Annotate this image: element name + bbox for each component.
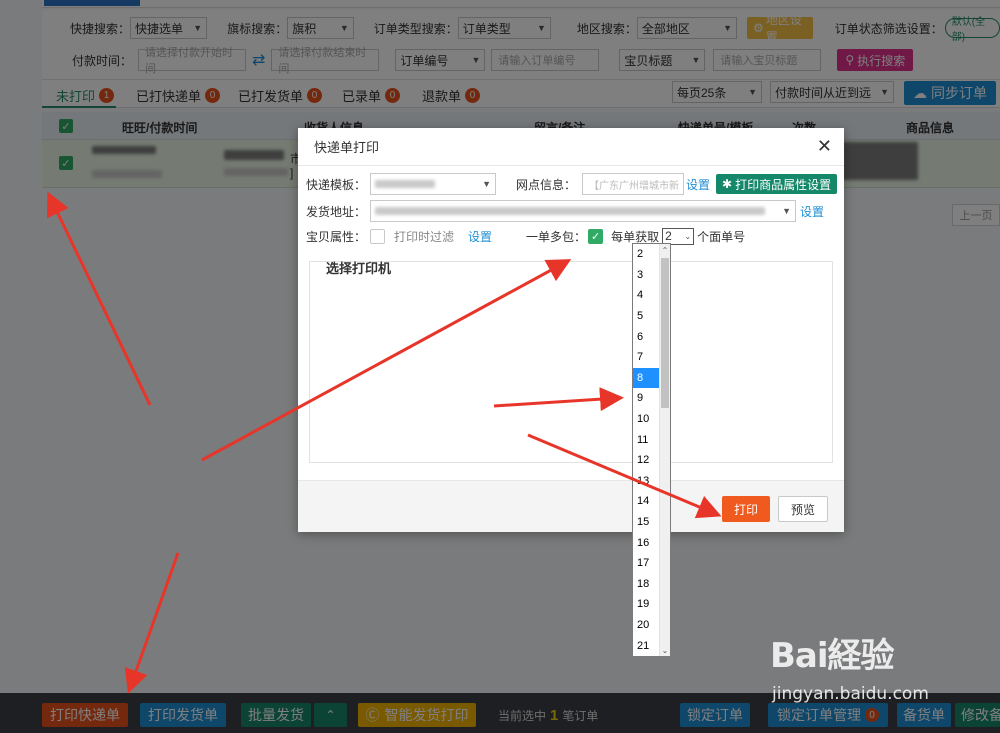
- print-filter-checkbox[interactable]: [370, 228, 386, 244]
- address-select[interactable]: ▼: [370, 200, 797, 222]
- multi-pack-checkbox[interactable]: ✓: [588, 228, 604, 244]
- dropdown-option[interactable]: 2: [633, 244, 659, 265]
- waybill-suffix: 个面单号: [697, 229, 746, 244]
- dropdown-option[interactable]: 18: [633, 574, 659, 595]
- dropdown-option[interactable]: 15: [633, 512, 659, 533]
- item-attr-label: 宝贝属性：: [306, 229, 367, 244]
- dropdown-option[interactable]: 21: [633, 635, 659, 656]
- dropdown-option[interactable]: 19: [633, 594, 659, 615]
- gear-icon: ✱: [722, 177, 733, 191]
- print-attr-settings-label: 打印商品属性设置: [735, 177, 832, 192]
- per-order-dropdown[interactable]: 2 3 4 5 6 7 8 9 10 11 12 13 14 15 16 17 18 19 20 21 ⌃ ⌄: [632, 243, 671, 657]
- close-icon[interactable]: ✕: [817, 137, 832, 155]
- preview-button[interactable]: 预览: [778, 496, 828, 522]
- print-filter-label: 打印时过滤: [394, 229, 455, 244]
- blurred-address: [375, 207, 766, 215]
- dropdown-scrollbar[interactable]: ⌃ ⌄: [659, 244, 670, 656]
- per-order-label: 每单获取: [611, 229, 660, 244]
- baidu-watermark: Bai経验 jingyan.baidu.com: [770, 628, 980, 708]
- address-settings-link[interactable]: 设置: [800, 203, 824, 220]
- multi-pack-label: 一单多包：: [526, 229, 587, 244]
- dropdown-option[interactable]: 7: [633, 347, 659, 368]
- dropdown-option[interactable]: 6: [633, 326, 659, 347]
- template-label: 快递模板：: [306, 177, 367, 192]
- scroll-up-icon[interactable]: ⌃: [660, 244, 670, 256]
- address-label: 发货地址：: [306, 204, 367, 219]
- outlet-settings-link[interactable]: 设置: [686, 176, 710, 193]
- dropdown-option[interactable]: 11: [633, 429, 659, 450]
- dropdown-option[interactable]: 3: [633, 265, 659, 286]
- dropdown-option[interactable]: 10: [633, 409, 659, 430]
- template-select[interactable]: ▼: [370, 173, 497, 195]
- watermark-brand: Bai経验: [770, 636, 895, 676]
- dropdown-option[interactable]: 12: [633, 450, 659, 471]
- dropdown-option[interactable]: 14: [633, 491, 659, 512]
- print-button[interactable]: 打印: [722, 496, 770, 522]
- chevron-down-icon: ⌄: [684, 231, 692, 241]
- watermark-url: jingyan.baidu.com: [772, 684, 929, 704]
- dropdown-option[interactable]: 5: [633, 306, 659, 327]
- printer-panel: 选择打印机: [309, 261, 833, 463]
- item-attr-settings-link[interactable]: 设置: [468, 228, 492, 245]
- dropdown-option[interactable]: 8: [633, 367, 659, 389]
- dropdown-option[interactable]: 16: [633, 532, 659, 553]
- per-order-select[interactable]: 2 ⌄: [662, 227, 695, 245]
- chevron-down-icon: ▼: [782, 206, 792, 216]
- printer-title: 选择打印机: [326, 261, 392, 276]
- dropdown-option[interactable]: 4: [633, 285, 659, 306]
- outlet-input[interactable]: 【广东广州增城市新: [582, 173, 685, 195]
- blurred-template: [375, 180, 436, 188]
- per-order-value: 2: [665, 229, 672, 243]
- scroll-down-icon[interactable]: ⌄: [660, 644, 670, 656]
- chevron-down-icon: ▼: [482, 179, 492, 189]
- dialog-title: 快递单打印: [314, 140, 380, 155]
- dropdown-option[interactable]: 9: [633, 388, 659, 409]
- outlet-label: 网点信息：: [516, 177, 577, 192]
- dropdown-option[interactable]: 17: [633, 553, 659, 574]
- dialog-header: 快递单打印 ✕: [298, 128, 844, 166]
- dropdown-option[interactable]: 20: [633, 615, 659, 636]
- express-print-dialog: 快递单打印 ✕ 快递模板： ▼ 网点信息： 【广东广州增城市新 设置 ✱ 打印商品…: [298, 128, 844, 532]
- scrollbar-thumb[interactable]: [661, 258, 669, 408]
- dropdown-option[interactable]: 13: [633, 471, 659, 492]
- print-attr-settings-button[interactable]: ✱ 打印商品属性设置: [716, 174, 838, 194]
